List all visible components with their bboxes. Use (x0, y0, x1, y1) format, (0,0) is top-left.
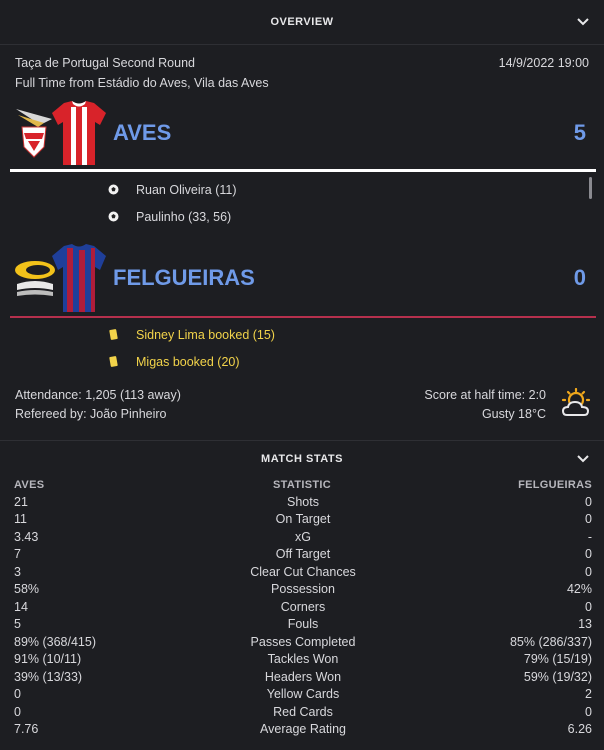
goal-event: Ruan Oliveira (11) (0, 176, 604, 203)
stat-label: Possession (271, 582, 335, 597)
col-away: FELGUEIRAS (518, 479, 592, 491)
goal-event: Paulinho (33, 56) (0, 203, 604, 230)
weather-label: Gusty 18°C (481, 407, 546, 421)
stat-label: Shots (287, 494, 319, 509)
referee-label: Refereed by: João Pinheiro (15, 407, 167, 421)
stat-label: Average Rating (260, 722, 346, 737)
chevron-down-icon[interactable] (572, 11, 594, 33)
stats-column-headers: AVES STATISTIC FELGUEIRAS (0, 477, 604, 493)
match-datetime: 14/9/2022 19:00 (498, 56, 589, 70)
table-row: 21 Shots 0 (14, 493, 592, 511)
match-info-left: Attendance: 1,205 (113 away) Refereed by… (15, 386, 181, 424)
table-row: 7.76 Average Rating 6.26 (14, 721, 592, 739)
away-team-block: FELGUEIRAS 0 (8, 240, 596, 316)
match-stats-title: MATCH STATS (261, 453, 343, 465)
competition-label: Taça de Portugal Second Round (15, 56, 195, 70)
football-icon (107, 184, 119, 196)
table-row: 7 Off Target 0 (14, 546, 592, 564)
yellow-card-icon (107, 329, 119, 341)
table-row: 11 On Target 0 (14, 511, 592, 529)
stat-label: Fouls (287, 617, 319, 632)
booking-event: Migas booked (20) (0, 348, 604, 375)
chevron-down-icon[interactable] (572, 448, 594, 470)
stat-label: Off Target (275, 547, 331, 562)
stat-label: On Target (275, 512, 331, 527)
home-events: Ruan Oliveira (11) Paulinho (33, 56) (0, 172, 604, 234)
table-row: 14 Corners 0 (14, 598, 592, 616)
football-icon (107, 211, 119, 223)
yellow-card-icon (107, 356, 119, 368)
home-crest-icon[interactable] (14, 105, 54, 164)
overview-title: OVERVIEW (270, 16, 334, 28)
col-statistic: STATISTIC (273, 479, 331, 491)
match-info: Attendance: 1,205 (113 away) Refereed by… (0, 386, 604, 432)
home-kit-icon (50, 99, 108, 170)
overview-header: OVERVIEW (0, 0, 604, 45)
booked-player[interactable]: Migas booked (20) (136, 355, 240, 369)
halftime-score: Score at half time: 2:0 (424, 388, 546, 402)
stat-label: Yellow Cards (266, 687, 340, 702)
table-row: 3 Clear Cut Chances 0 (14, 563, 592, 581)
home-team-name[interactable]: AVES (113, 120, 171, 146)
col-home: AVES (14, 479, 45, 491)
away-kit-icon (50, 242, 108, 317)
booked-player[interactable]: Sidney Lima booked (15) (136, 328, 275, 342)
stat-label: xG (295, 529, 311, 544)
away-score: 0 (573, 265, 586, 290)
stat-label: Red Cards (273, 704, 333, 719)
home-team-block: AVES 5 (8, 97, 596, 169)
stats-table: 21 Shots 0 11 On Target 0 3.43 xG - 7 Off Targe… (0, 493, 604, 738)
venue-label: Full Time from Estádio do Aves, Vila das… (15, 76, 269, 90)
stat-label: Headers Won (264, 669, 342, 684)
table-row: 5 Fouls 13 (14, 616, 592, 634)
scrollbar-thumb[interactable] (589, 177, 592, 199)
booking-event: Sidney Lima booked (15) (0, 321, 604, 348)
away-team-name[interactable]: FELGUEIRAS (113, 265, 255, 291)
table-row: 89% (368/415) Passes Completed 85% (286/33… (14, 633, 592, 651)
match-info-right: Score at half time: 2:0 Gusty 18°C (424, 386, 546, 424)
table-row: 91% (10/11) Tackles Won 79% (15/19) (14, 651, 592, 669)
home-score: 5 (573, 120, 586, 145)
match-stats-header: MATCH STATS (0, 440, 604, 477)
table-row: 0 Red Cards 0 (14, 703, 592, 721)
stat-label: Tackles Won (267, 652, 339, 667)
table-row: 58% Possession 42% (14, 581, 592, 599)
away-events: Sidney Lima booked (15) Migas booked (20… (0, 318, 604, 379)
goal-scorer[interactable]: Paulinho (33, 56) (136, 210, 231, 224)
stat-label: Clear Cut Chances (250, 564, 356, 579)
table-row: 0 Yellow Cards 2 (14, 686, 592, 704)
sun-cloud-icon (560, 387, 592, 423)
stat-label: Corners (280, 599, 326, 614)
stat-label: Passes Completed (250, 634, 356, 649)
match-meta: Taça de Portugal Second Round 14/9/2022 … (0, 56, 604, 70)
table-row: 3.43 xG - (14, 528, 592, 546)
venue-row: Full Time from Estádio do Aves, Vila das… (0, 76, 604, 90)
table-row: 39% (13/33) Headers Won 59% (19/32) (14, 668, 592, 686)
attendance-label: Attendance: 1,205 (113 away) (15, 388, 181, 402)
goal-scorer[interactable]: Ruan Oliveira (11) (136, 183, 237, 197)
